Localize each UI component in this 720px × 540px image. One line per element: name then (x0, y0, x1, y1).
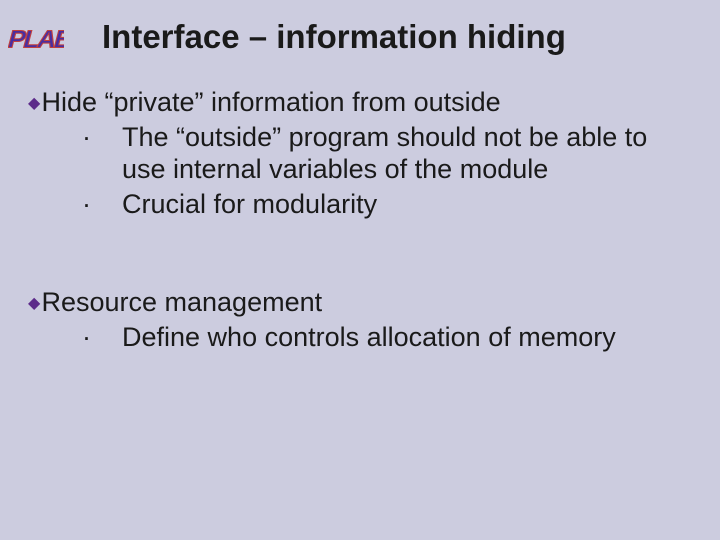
diamond-bullet-icon: ◆ (28, 94, 40, 112)
bullet-text: Define who controls allocation of memory (122, 322, 616, 352)
bullet-level2: ·Define who controls allocation of memor… (102, 321, 692, 353)
bullet-text: The “outside” program should not be able… (122, 122, 647, 184)
bullet-text: Hide “private” information from outside (41, 87, 500, 117)
plab-logo-icon: PLAB (8, 8, 64, 60)
disc-bullet-icon: · (102, 321, 122, 353)
svg-text:PLAB: PLAB (8, 26, 64, 53)
slide-body: ◆Hide “private” information from outside… (28, 86, 692, 355)
disc-bullet-icon: · (102, 121, 122, 153)
slide: PLAB Interface – information hiding ◆Hid… (0, 0, 720, 540)
slide-title: Interface – information hiding (102, 18, 704, 56)
spacer (28, 222, 692, 286)
bullet-level2: ·Crucial for modularity (102, 188, 692, 220)
diamond-bullet-icon: ◆ (28, 294, 40, 312)
disc-bullet-icon: · (102, 188, 122, 220)
bullet-level2: ·The “outside” program should not be abl… (102, 121, 692, 186)
bullet-level1: ◆Hide “private” information from outside (28, 86, 692, 119)
bullet-text: Resource management (41, 287, 322, 317)
plab-logo: PLAB (8, 8, 64, 60)
bullet-level1: ◆Resource management (28, 286, 692, 319)
bullet-text: Crucial for modularity (122, 189, 377, 219)
